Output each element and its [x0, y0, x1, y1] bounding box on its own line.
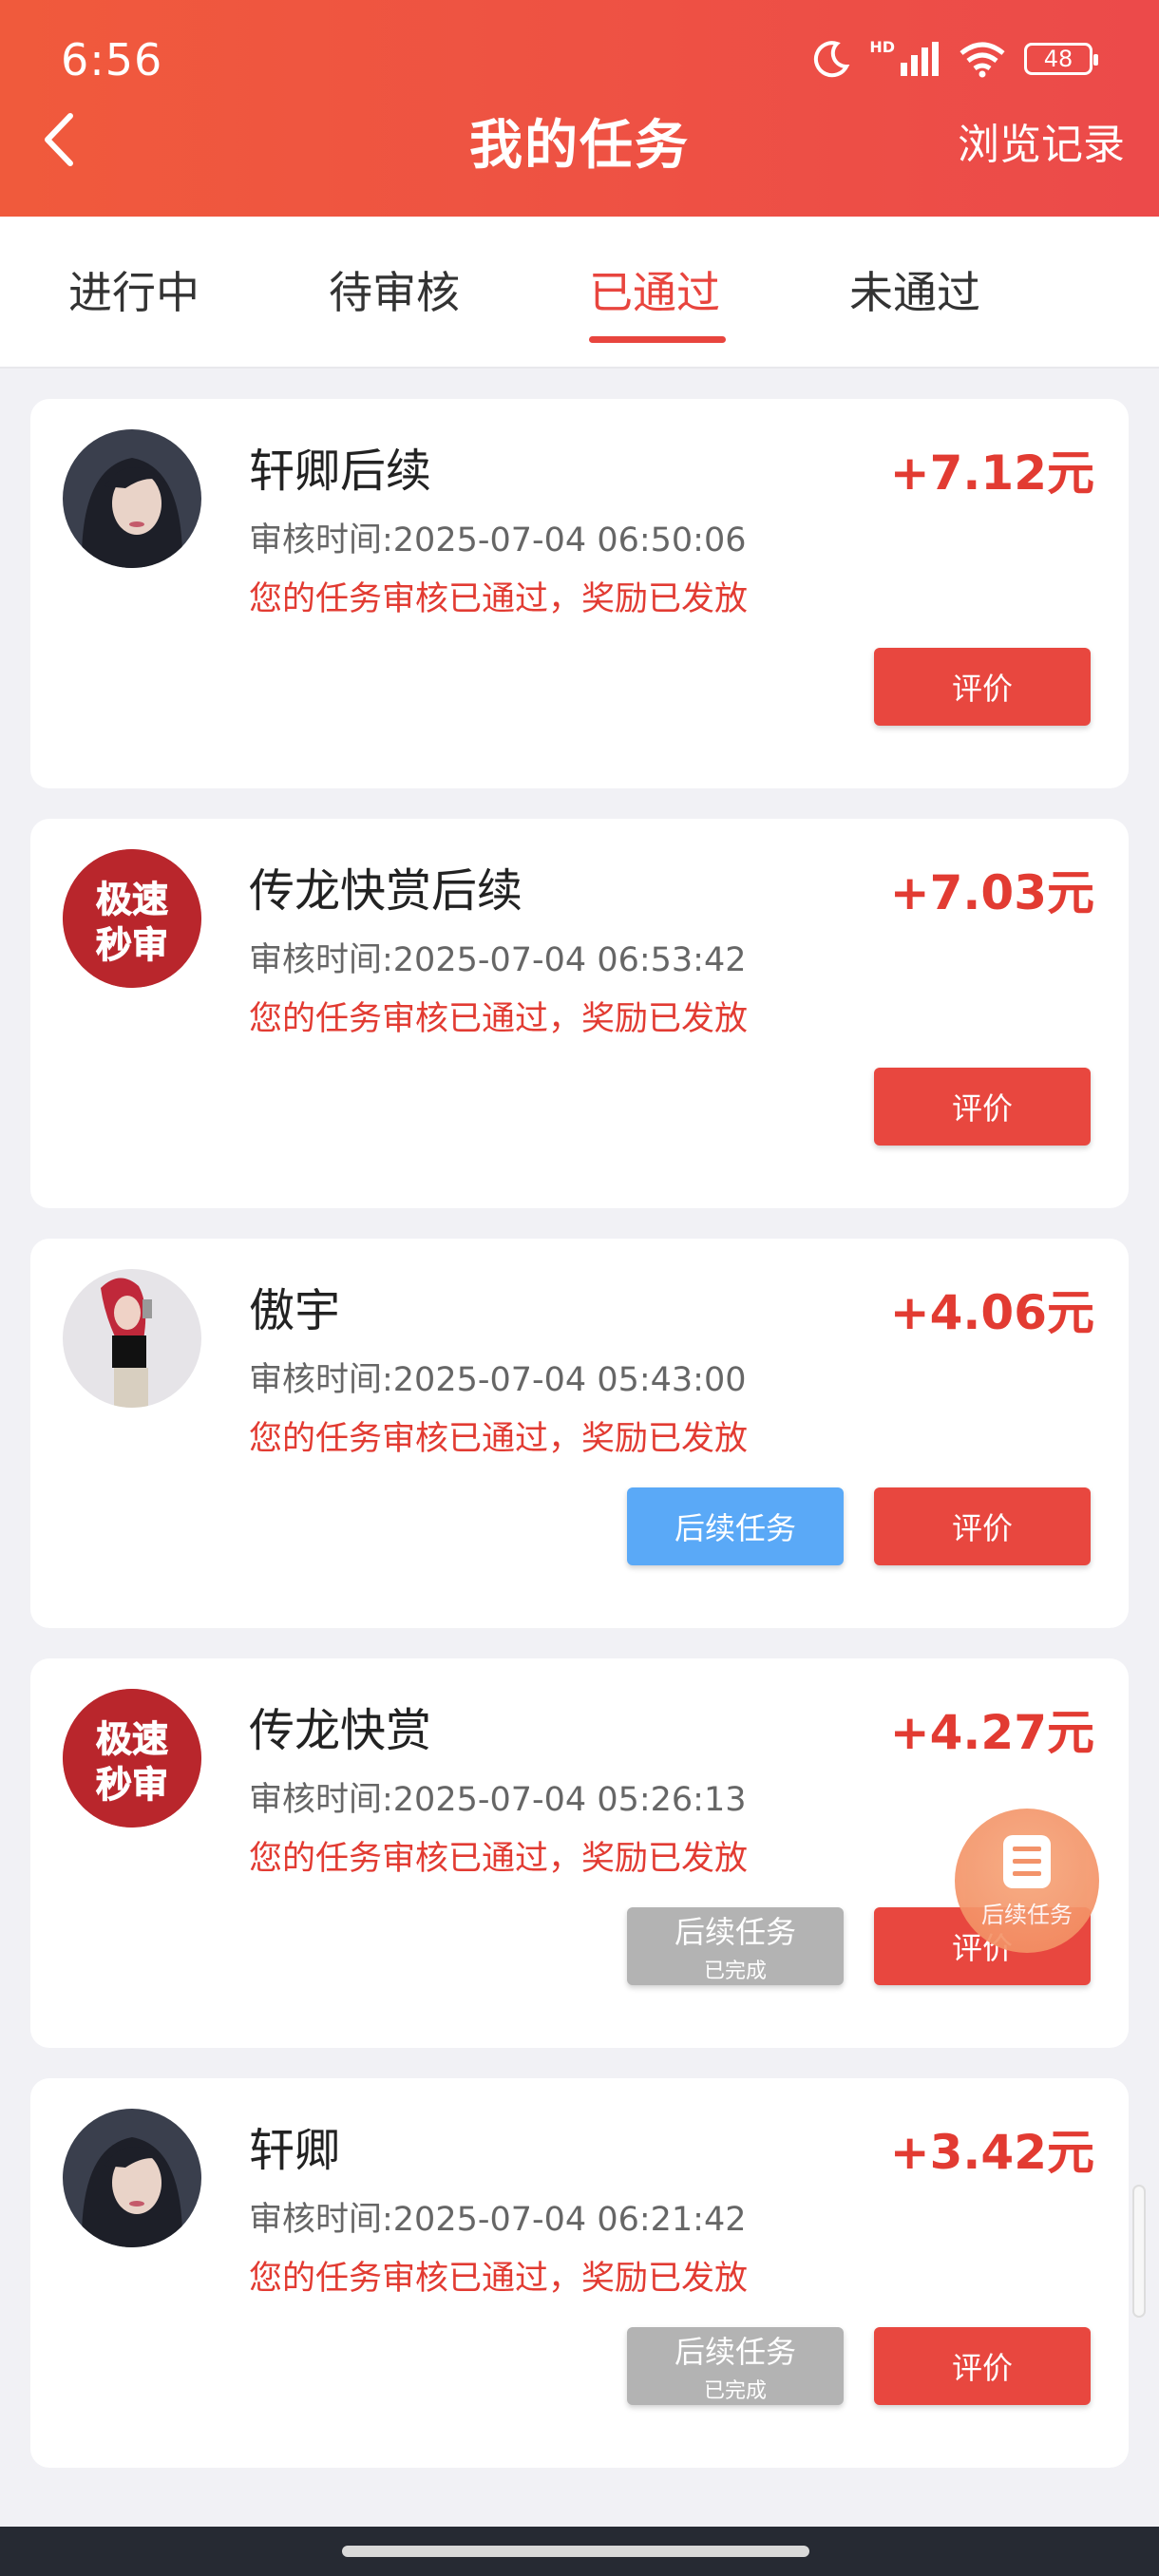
task-title: 传龙快赏	[249, 1704, 432, 1757]
task-reward: +7.03元	[889, 865, 1094, 920]
task-reward: +4.27元	[889, 1705, 1094, 1760]
follow-up-task-button[interactable]: 后续任务	[627, 1487, 844, 1565]
review-status: 您的任务审核已通过，奖励已发放	[249, 580, 749, 618]
avatar: 极速 秒审	[63, 1689, 201, 1828]
completed-label: 已完成	[703, 2379, 767, 2403]
evaluate-button[interactable]: 评价	[874, 648, 1091, 726]
review-status: 您的任务审核已通过，奖励已发放	[249, 2260, 749, 2298]
review-time: 审核时间:2025-07-04 05:43:00	[249, 1361, 747, 1399]
task-card[interactable]: 傲宇 +4.06元 审核时间:2025-07-04 05:43:00 您的任务审…	[30, 1239, 1129, 1628]
follow-up-task-done-button[interactable]: 后续任务 已完成	[627, 2327, 844, 2405]
speed-review-logo: 极速 秒审	[63, 1689, 201, 1828]
scrollbar[interactable]	[1132, 2185, 1146, 2318]
floating-follow-up-button[interactable]: 后续任务	[955, 1809, 1099, 1953]
evaluate-label: 评价	[951, 2350, 1013, 2386]
battery-icon: 48	[1024, 43, 1098, 75]
evaluate-button[interactable]: 评价	[874, 1487, 1091, 1565]
follow-up-label: 后续任务	[674, 1914, 796, 1950]
completed-label: 已完成	[703, 1960, 767, 1983]
review-time: 审核时间:2025-07-04 06:50:06	[249, 521, 747, 559]
evaluate-label: 评价	[951, 1510, 1013, 1546]
woman-photo-icon	[63, 1269, 201, 1408]
logo-text-bottom: 秒审	[96, 924, 168, 966]
tab-in-progress[interactable]: 进行中	[68, 258, 200, 334]
tab-rejected[interactable]: 未通过	[849, 258, 980, 334]
status-time: 6:56	[61, 34, 163, 85]
system-nav-bar	[0, 2527, 1159, 2576]
review-time: 审核时间:2025-07-04 06:53:42	[249, 941, 747, 979]
evaluate-label: 评价	[951, 671, 1013, 707]
follow-up-label: 后续任务	[674, 1510, 796, 1546]
review-time: 审核时间:2025-07-04 06:21:42	[249, 2201, 747, 2239]
signal-icon	[901, 42, 939, 76]
review-status: 您的任务审核已通过，奖励已发放	[249, 1000, 749, 1038]
evaluate-button[interactable]: 评价	[874, 1068, 1091, 1146]
follow-up-label: 后续任务	[674, 2334, 796, 2370]
document-icon	[1003, 1834, 1051, 1888]
task-title: 轩卿后续	[249, 445, 432, 498]
task-card[interactable]: 极速 秒审 传龙快赏后续 +7.03元 审核时间:2025-07-04 06:5…	[30, 819, 1129, 1208]
avatar	[63, 429, 201, 568]
review-status: 您的任务审核已通过，奖励已发放	[249, 1420, 749, 1458]
hd-label: HD	[869, 38, 895, 56]
evaluate-button[interactable]: 评价	[874, 2327, 1091, 2405]
avatar	[63, 2109, 201, 2247]
task-card[interactable]: 轩卿 +3.42元 审核时间:2025-07-04 06:21:42 您的任务审…	[30, 2078, 1129, 2468]
active-tab-indicator	[589, 336, 726, 343]
browse-history-link[interactable]: 浏览记录	[958, 110, 1125, 171]
woman-portrait-icon	[63, 2109, 201, 2247]
status-tabs: 进行中 待审核 已通过 未通过	[0, 217, 1159, 369]
task-reward: +4.06元	[889, 1285, 1094, 1340]
task-title: 傲宇	[249, 1284, 341, 1337]
task-title: 轩卿	[249, 2124, 341, 2177]
review-status: 您的任务审核已通过，奖励已发放	[249, 1840, 749, 1878]
wifi-icon	[960, 42, 1005, 78]
logo-text-bottom: 秒审	[96, 1764, 168, 1806]
woman-portrait-icon	[63, 429, 201, 568]
task-card[interactable]: 轩卿后续 +7.12元 审核时间:2025-07-04 06:50:06 您的任…	[30, 399, 1129, 788]
home-gesture-handle[interactable]	[342, 2546, 809, 2557]
avatar	[63, 1269, 201, 1408]
task-reward: +7.12元	[889, 445, 1094, 501]
moon-icon	[814, 41, 850, 78]
logo-text-top: 极速	[96, 879, 168, 920]
review-time: 审核时间:2025-07-04 05:26:13	[249, 1781, 747, 1819]
floating-button-label: 后续任务	[981, 1901, 1073, 1928]
speed-review-logo: 极速 秒审	[63, 849, 201, 988]
app-header: 6:56 HD 48 我的任务 浏览记录	[0, 0, 1159, 217]
evaluate-label: 评价	[951, 1090, 1013, 1127]
status-icons: HD 48	[810, 38, 1098, 80]
tab-pending-review[interactable]: 待审核	[329, 258, 460, 334]
task-reward: +3.42元	[889, 2125, 1094, 2180]
avatar: 极速 秒审	[63, 849, 201, 988]
task-title: 传龙快赏后续	[249, 864, 523, 918]
follow-up-task-done-button[interactable]: 后续任务 已完成	[627, 1907, 844, 1985]
tab-approved[interactable]: 已通过	[589, 258, 720, 334]
logo-text-top: 极速	[96, 1718, 168, 1760]
